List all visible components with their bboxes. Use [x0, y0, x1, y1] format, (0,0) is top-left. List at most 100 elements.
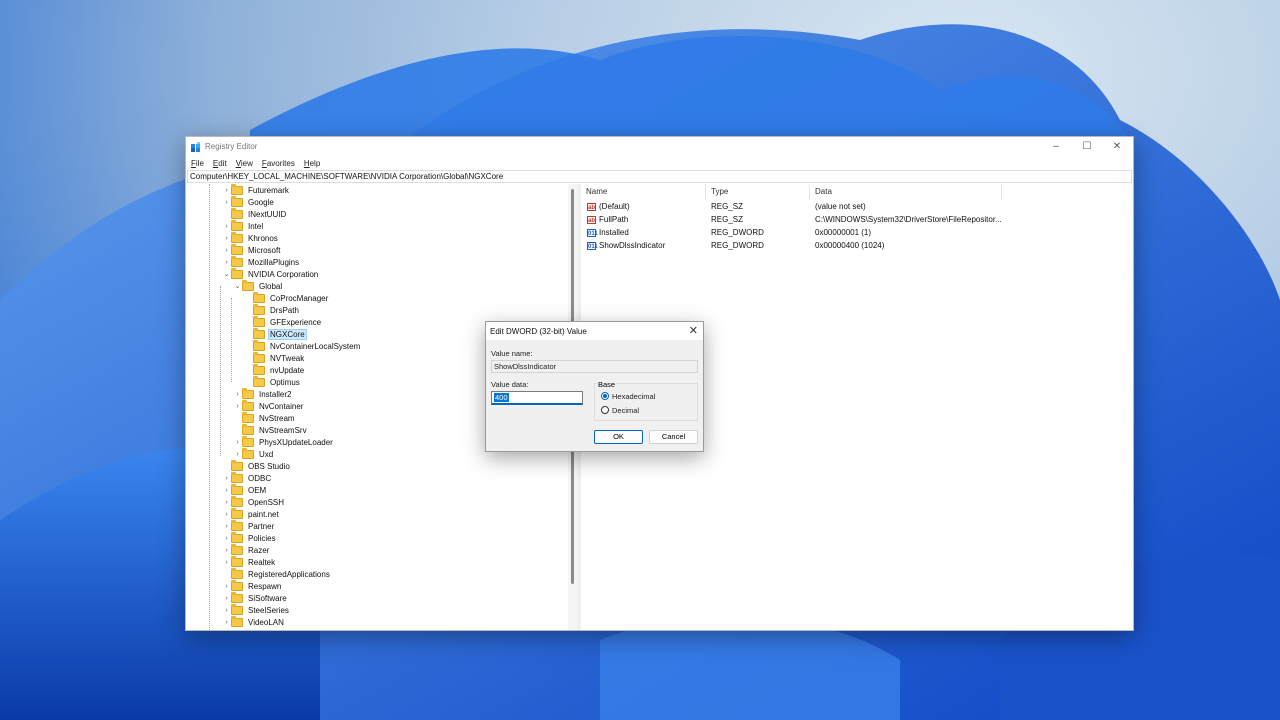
tree-item[interactable]: › PhysXUpdateLoader [233, 435, 334, 448]
tree-item-label: MozillaPlugins [248, 257, 300, 267]
tree-guide-line [231, 298, 232, 382]
cancel-button[interactable]: Cancel [649, 430, 698, 444]
folder-icon [231, 579, 243, 591]
tree-item-label: Installer2 [259, 389, 292, 399]
menu-view[interactable]: View [236, 157, 253, 170]
chevron-right-icon[interactable]: › [222, 559, 231, 566]
tree-item[interactable]: › OpenSSH [222, 495, 285, 508]
chevron-right-icon[interactable]: › [222, 583, 231, 590]
hexadecimal-radio[interactable] [601, 392, 609, 400]
dialog-title-bar[interactable]: Edit DWORD (32-bit) Value ✕ [486, 322, 703, 340]
title-bar[interactable]: Registry Editor – ☐ ✕ [186, 137, 1133, 157]
tree-item[interactable]: › Intel [222, 219, 264, 232]
chevron-right-icon[interactable]: › [233, 451, 242, 458]
list-item[interactable]: ab (Default) REG_SZ (value not set) [581, 201, 1141, 213]
tree-item[interactable]: NvStream [233, 411, 296, 424]
decimal-label[interactable]: Decimal [612, 406, 639, 415]
tree-item[interactable]: RegisteredApplications [222, 567, 331, 580]
chevron-right-icon[interactable]: › [233, 439, 242, 446]
maximize-button[interactable]: ☐ [1072, 137, 1102, 155]
chevron-right-icon[interactable]: › [222, 523, 231, 530]
tree-item[interactable]: › Khronos [222, 231, 279, 244]
chevron-right-icon[interactable]: › [222, 475, 231, 482]
chevron-right-icon[interactable]: › [222, 595, 231, 602]
tree-item[interactable]: nvUpdate [244, 363, 305, 376]
tree-item[interactable]: NvStreamSrv [233, 423, 308, 436]
chevron-right-icon[interactable]: › [222, 535, 231, 542]
tree-item-label: nvUpdate [270, 365, 305, 375]
tree-item[interactable]: › Respawn [222, 579, 282, 592]
chevron-right-icon[interactable]: › [222, 511, 231, 518]
chevron-right-icon[interactable]: › [222, 619, 231, 626]
value-data-text: 400 [494, 393, 509, 402]
tree-item[interactable]: › Policies [222, 531, 277, 544]
tree-item[interactable]: › ODBC [222, 471, 272, 484]
tree-item[interactable]: › MozillaPlugins [222, 255, 300, 268]
tree-item[interactable]: › SiSoftware [222, 591, 288, 604]
chevron-right-icon[interactable]: › [233, 403, 242, 410]
decimal-radio[interactable] [601, 406, 609, 414]
chevron-right-icon[interactable]: › [222, 499, 231, 506]
tree-item[interactable]: OBS Studio [222, 459, 291, 472]
close-button[interactable]: ✕ [1102, 137, 1132, 155]
list-item[interactable]: 011 ShowDlssIndicator REG_DWORD 0x00000400 … [581, 240, 1141, 252]
tree-item[interactable]: ⌄ Global [233, 279, 283, 292]
chevron-right-icon[interactable]: › [222, 199, 231, 206]
minimize-button[interactable]: – [1041, 137, 1071, 155]
menu-help[interactable]: Help [304, 157, 320, 170]
tree-item[interactable]: › Microsoft [222, 243, 281, 256]
menu-file[interactable]: File [191, 157, 204, 170]
tree-item[interactable]: CoProcManager [244, 291, 329, 304]
tree-item[interactable]: DrsPath [244, 303, 300, 316]
tree-item[interactable]: › Uxd [233, 447, 274, 460]
list-item[interactable]: 011 Installed REG_DWORD 0x00000001 (1) [581, 227, 1141, 239]
value-data-input[interactable]: 400 [491, 391, 583, 405]
chevron-right-icon[interactable]: › [222, 607, 231, 614]
chevron-right-icon[interactable]: › [233, 391, 242, 398]
tree-item[interactable]: › OEM [222, 483, 267, 496]
tree-item[interactable]: Optimus [244, 375, 301, 388]
tree-item[interactable]: NvContainerLocalSystem [244, 339, 361, 352]
chevron-right-icon[interactable]: › [222, 235, 231, 242]
column-header-type[interactable]: Type [706, 184, 810, 200]
chevron-right-icon[interactable]: › [222, 187, 231, 194]
list-item[interactable]: ab FullPath REG_SZ C:\WINDOWS\System32\Driv… [581, 214, 1141, 226]
tree-item[interactable]: NGXCore [244, 327, 307, 340]
menu-edit[interactable]: Edit [213, 157, 227, 170]
tree-item[interactable]: › Futuremark [222, 184, 290, 196]
chevron-right-icon[interactable]: › [222, 259, 231, 266]
binary-value-icon: 011 [587, 229, 598, 237]
chevron-right-icon[interactable]: › [222, 547, 231, 554]
chevron-right-icon[interactable]: › [222, 223, 231, 230]
tree-item[interactable]: GFExperience [244, 315, 322, 328]
tree-item[interactable]: › Razer [222, 543, 270, 556]
chevron-right-icon[interactable]: › [222, 247, 231, 254]
chevron-right-icon[interactable]: › [222, 487, 231, 494]
tree-item[interactable]: › SteelSeries [222, 603, 290, 616]
tree-item[interactable]: › Realtek [222, 555, 276, 568]
value-type-cell: REG_SZ [711, 215, 744, 224]
tree-item[interactable]: ⌄ NVIDIA Corporation [222, 267, 319, 280]
chevron-down-icon[interactable]: ⌄ [222, 270, 231, 278]
menu-favorites[interactable]: Favorites [262, 157, 295, 170]
tree-item[interactable]: › paint.net [222, 507, 280, 520]
address-bar[interactable]: Computer\HKEY_LOCAL_MACHINE\SOFTWARE\NVI… [187, 170, 1132, 183]
tree-item-label: RegisteredApplications [248, 569, 330, 579]
tree-item[interactable]: › Partner [222, 519, 275, 532]
tree-item[interactable]: NVTweak [244, 351, 305, 364]
tree-item[interactable]: › NvContainer [233, 399, 304, 412]
dialog-close-icon[interactable]: ✕ [689, 324, 698, 337]
column-header-name[interactable]: Name [581, 184, 706, 200]
tree-item[interactable]: INextUUID [222, 207, 287, 220]
ok-button[interactable]: OK [594, 430, 643, 444]
column-header-data[interactable]: Data [810, 184, 1002, 200]
tree-item[interactable]: › Installer2 [233, 387, 292, 400]
tree-item-label: Uxd [259, 449, 274, 459]
chevron-down-icon[interactable]: ⌄ [233, 282, 242, 290]
folder-icon [253, 375, 265, 387]
tree-item-label: NGXCore [268, 328, 307, 340]
tree-item[interactable]: › Google [222, 195, 275, 208]
tree-item[interactable]: › VideoLAN [222, 615, 285, 628]
hexadecimal-label[interactable]: Hexadecimal [612, 392, 655, 401]
value-type-cell: REG_DWORD [711, 241, 764, 250]
